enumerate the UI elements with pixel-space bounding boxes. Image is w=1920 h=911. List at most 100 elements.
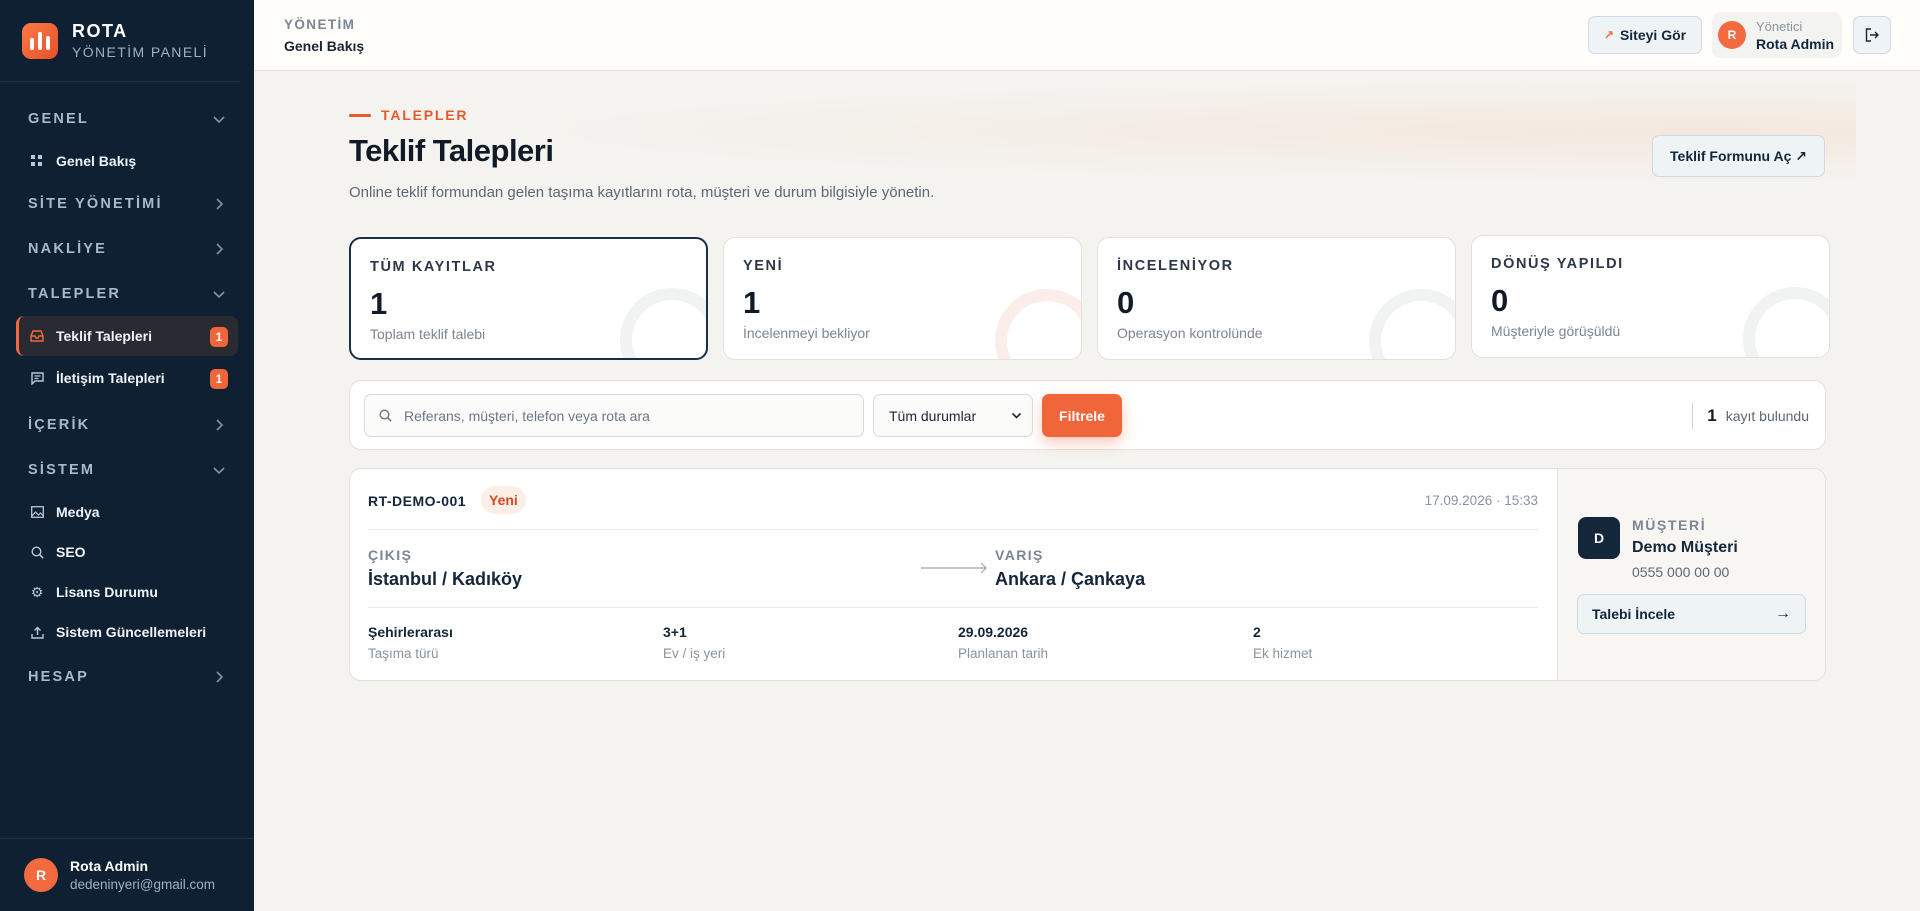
search-icon [30, 545, 44, 559]
brand-logo-icon [22, 22, 58, 59]
stat-card-responded[interactable]: DÖNÜŞ YAPILDI 0 Müşteriyle görüşüldü [1471, 235, 1830, 358]
result-count: 1 kayıt bulundu [1692, 403, 1809, 429]
sidebar-item-iletisim-talepleri[interactable]: İletişim Talepleri 1 [16, 358, 238, 398]
open-quote-form-button[interactable]: Teklif Formunu Aç ↗ [1652, 135, 1825, 177]
request-card[interactable]: RT-DEMO-001 Yeni 17.09.2026 · 15:33 ÇIKI… [349, 468, 1826, 681]
breadcrumb-section: YÖNETİM [284, 17, 356, 32]
sidebar-item-teklif-talepleri[interactable]: Teklif Talepleri 1 [16, 316, 238, 356]
ring-decoration [995, 289, 1081, 359]
customer-label: MÜŞTERİ [1632, 517, 1707, 533]
sidebar-section-sistem[interactable]: SİSTEM [0, 447, 254, 492]
ring-decoration [1743, 287, 1829, 357]
sidebar-section-icerik[interactable]: İÇERİK [0, 402, 254, 447]
logout-icon [1865, 28, 1879, 42]
section-label: GENEL [28, 110, 89, 127]
chevron-right-icon [216, 197, 224, 210]
section-label: NAKLİYE [28, 240, 108, 257]
admin-profile[interactable]: R Yönetici Rota Admin [1712, 12, 1842, 58]
upload-icon [30, 625, 44, 639]
sidebar-section-nakliye[interactable]: NAKLİYE [0, 226, 254, 271]
result-count-number: 1 [1707, 406, 1717, 425]
sidebar-section-site-yonetimi[interactable]: SİTE YÖNETİMİ [0, 181, 254, 226]
section-label: SİSTEM [28, 461, 96, 478]
filter-button[interactable]: Filtrele [1042, 394, 1122, 437]
ring-decoration [620, 288, 706, 358]
user-email: dedeninyeri@gmail.com [70, 877, 216, 892]
sidebar-item-label: Teklif Talepleri [56, 328, 152, 344]
admin-role: Yönetici [1756, 18, 1803, 34]
chevron-down-icon [1011, 412, 1022, 419]
customer-avatar: D [1578, 517, 1620, 559]
search-input[interactable] [404, 407, 844, 424]
status-select[interactable]: Tüm durumlar [873, 394, 1033, 437]
brand-name: ROTA [72, 21, 128, 41]
stat-value: 0 [1117, 285, 1135, 320]
external-link-icon: ↗ [1603, 28, 1614, 42]
result-count-label: kayıt bulundu [1725, 408, 1809, 424]
meta-value-extra-services: 2 [1253, 624, 1261, 640]
sidebar-section-hesap[interactable]: HESAP [0, 654, 254, 699]
view-site-label: Siteyi Gör [1619, 27, 1687, 43]
sidebar-section-genel[interactable]: GENEL [0, 96, 254, 141]
status-select-value: Tüm durumlar [889, 407, 977, 424]
inbox-icon [30, 329, 44, 343]
hero-background [316, 71, 1856, 191]
grid-icon [30, 154, 44, 168]
customer-name: Demo Müşteri [1632, 539, 1738, 556]
section-label: TALEPLER [28, 285, 122, 302]
page-description: Online teklif formundan gelen taşıma kay… [349, 184, 935, 201]
section-label: İÇERİK [28, 416, 91, 433]
message-icon [30, 371, 44, 385]
stat-value: 0 [1491, 283, 1509, 318]
gear-icon: ⚙ [30, 583, 44, 600]
stat-label: İNCELENİYOR [1117, 258, 1234, 274]
stat-card-new[interactable]: YENİ 1 İncelenmeyi bekliyor [723, 237, 1082, 360]
meta-value-planned-date: 29.09.2026 [958, 624, 1029, 640]
count-badge: 1 [210, 369, 228, 389]
review-request-button[interactable]: Talebi İncele → [1577, 594, 1806, 634]
sidebar-item-medya[interactable]: Medya [16, 492, 238, 532]
sidebar-item-label: SEO [56, 544, 86, 560]
stat-card-reviewing[interactable]: İNCELENİYOR 0 Operasyon kontrolünde [1097, 237, 1456, 360]
customer-phone: 0555 000 00 00 [1632, 564, 1730, 580]
section-label: SİTE YÖNETİMİ [28, 195, 163, 212]
divider [368, 607, 1538, 608]
sidebar-item-genel-bakis[interactable]: Genel Bakış [16, 141, 238, 181]
sidebar: ROTA YÖNETİM PANELİ GENEL Genel Bakış Sİ… [0, 0, 254, 911]
view-site-button[interactable]: ↗ Siteyi Gör [1588, 16, 1702, 54]
meta-value-property: 3+1 [663, 624, 687, 640]
avatar: R [1718, 21, 1746, 49]
stat-subtitle: Toplam teklif talebi [370, 326, 486, 342]
image-icon [30, 505, 44, 519]
filter-bar: Tüm durumlar Filtrele 1 kayıt bulundu [349, 380, 1826, 450]
stat-value: 1 [743, 285, 761, 320]
breadcrumb-page: Genel Bakış [284, 38, 365, 54]
sidebar-user[interactable]: R Rota Admin dedeninyeri@gmail.com [0, 838, 254, 911]
stat-label: TÜM KAYITLAR [370, 259, 497, 275]
stat-card-all[interactable]: TÜM KAYITLAR 1 Toplam teklif talebi [349, 237, 708, 360]
chevron-down-icon [213, 290, 225, 298]
arrow-right-icon: → [1775, 605, 1791, 622]
stat-subtitle: Müşteriyle görüşüldü [1491, 323, 1621, 339]
sidebar-item-lisans-durumu[interactable]: ⚙ Lisans Durumu [16, 572, 238, 612]
review-request-label: Talebi İncele [1592, 606, 1675, 622]
logout-button[interactable] [1853, 16, 1891, 54]
origin-value: İstanbul / Kadıköy [368, 569, 523, 589]
brand[interactable]: ROTA YÖNETİM PANELİ [0, 0, 240, 82]
stat-label: YENİ [743, 258, 784, 274]
origin-label: ÇIKIŞ [368, 547, 413, 563]
meta-label-extra-services: Ek hizmet [1253, 646, 1313, 661]
arrow-right-icon [921, 562, 987, 574]
request-details: RT-DEMO-001 Yeni 17.09.2026 · 15:33 ÇIKI… [350, 469, 1557, 680]
destination-label: VARIŞ [995, 547, 1044, 563]
request-datetime: 17.09.2026 · 15:33 [1424, 493, 1538, 508]
chevron-right-icon [216, 418, 224, 431]
eyebrow-label: TALEPLER [381, 107, 469, 123]
sidebar-section-talepler[interactable]: TALEPLER [0, 271, 254, 316]
brand-subtitle: YÖNETİM PANELİ [72, 44, 209, 60]
stat-subtitle: Operasyon kontrolünde [1117, 325, 1263, 341]
admin-name: Rota Admin [1756, 35, 1835, 52]
sidebar-item-sistem-guncellemeleri[interactable]: Sistem Güncellemeleri [16, 612, 238, 652]
search-box[interactable] [364, 394, 864, 437]
sidebar-item-seo[interactable]: SEO [16, 532, 238, 572]
